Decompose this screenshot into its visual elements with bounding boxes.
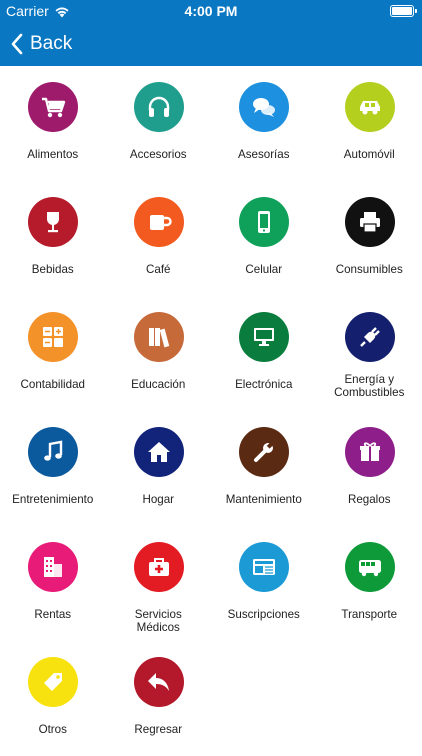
category-icon-circle (134, 82, 184, 132)
category-icon-circle (239, 82, 289, 132)
newspaper-icon (250, 553, 278, 581)
category-icon-circle (28, 657, 78, 707)
category-icon-circle (28, 427, 78, 477)
category-icon-circle (345, 82, 395, 132)
category-label: Hogar (106, 493, 212, 506)
category-icon-circle (134, 657, 184, 707)
category-icon-circle (134, 542, 184, 592)
category-label: Automóvil (317, 148, 422, 161)
category-accesorios[interactable]: Accesorios (106, 66, 212, 181)
category-label: Alimentos (0, 148, 106, 161)
category-label: Mantenimiento (211, 493, 317, 506)
category-label: Entretenimiento (0, 493, 106, 506)
category-automovil[interactable]: Automóvil (317, 66, 422, 181)
category-icon-circle (239, 542, 289, 592)
chevron-left-icon (10, 33, 24, 55)
category-icon-circle (28, 82, 78, 132)
category-icon-circle (239, 197, 289, 247)
category-icon-circle (239, 312, 289, 362)
battery-icon (390, 5, 414, 17)
category-otros[interactable]: Otros (0, 641, 106, 756)
wrench-icon (250, 438, 278, 466)
category-icon-circle (28, 312, 78, 362)
music-note-icon (39, 438, 67, 466)
category-regresar[interactable]: Regresar (106, 641, 212, 756)
category-icon-circle (345, 312, 395, 362)
category-bebidas[interactable]: Bebidas (0, 181, 106, 296)
category-label: Regresar (106, 723, 212, 736)
category-icon-circle (345, 542, 395, 592)
books-icon (145, 323, 173, 351)
category-label: Electrónica (211, 378, 317, 391)
clock: 4:00 PM (0, 3, 422, 19)
building-icon (39, 553, 67, 581)
headphones-icon (145, 93, 173, 121)
category-label: Regalos (317, 493, 422, 506)
category-label: Contabilidad (0, 378, 106, 391)
calculator-icon (39, 323, 67, 351)
printer-icon (356, 208, 384, 236)
category-educacion[interactable]: Educación (106, 296, 212, 411)
category-label: Consumibles (317, 263, 422, 276)
mobile-phone-icon (250, 208, 278, 236)
navigation-bar: Carrier 4:00 PM Back (0, 0, 422, 66)
shopping-cart-icon (39, 93, 67, 121)
category-icon-circle (239, 427, 289, 477)
category-label: Asesorías (211, 148, 317, 161)
category-mantenimiento[interactable]: Mantenimiento (211, 411, 317, 526)
status-bar: Carrier 4:00 PM (0, 0, 422, 22)
category-servicios-medicos[interactable]: ServiciosMédicos (106, 526, 212, 641)
category-electronica[interactable]: Electrónica (211, 296, 317, 411)
category-label: Suscripciones (211, 608, 317, 621)
category-rentas[interactable]: Rentas (0, 526, 106, 641)
category-asesorias[interactable]: Asesorías (211, 66, 317, 181)
category-hogar[interactable]: Hogar (106, 411, 212, 526)
category-celular[interactable]: Celular (211, 181, 317, 296)
house-icon (145, 438, 173, 466)
category-label: Celular (211, 263, 317, 276)
wine-glass-icon (39, 208, 67, 236)
category-label: ServiciosMédicos (106, 608, 212, 634)
category-label: Bebidas (0, 263, 106, 276)
category-label: Café (106, 263, 212, 276)
category-consumibles[interactable]: Consumibles (317, 181, 422, 296)
category-contabilidad[interactable]: Contabilidad (0, 296, 106, 411)
back-button[interactable]: Back (10, 30, 72, 58)
return-arrow-icon (145, 668, 173, 696)
category-icon-circle (345, 197, 395, 247)
category-alimentos[interactable]: Alimentos (0, 66, 106, 181)
category-energia-y-combustibles[interactable]: Energía yCombustibles (317, 296, 422, 411)
tag-icon (39, 668, 67, 696)
category-icon-circle (134, 427, 184, 477)
back-label: Back (30, 33, 72, 55)
gift-icon (356, 438, 384, 466)
category-label: Rentas (0, 608, 106, 621)
category-icon-circle (345, 427, 395, 477)
category-label: Energía yCombustibles (317, 373, 422, 399)
coffee-cup-icon (145, 208, 173, 236)
category-suscripciones[interactable]: Suscripciones (211, 526, 317, 641)
bus-icon (356, 553, 384, 581)
category-icon-circle (28, 197, 78, 247)
category-icon-circle (134, 312, 184, 362)
monitor-icon (250, 323, 278, 351)
car-icon (356, 93, 384, 121)
category-regalos[interactable]: Regalos (317, 411, 422, 526)
first-aid-kit-icon (145, 553, 173, 581)
chat-bubbles-icon (250, 93, 278, 121)
category-label: Accesorios (106, 148, 212, 161)
category-label: Educación (106, 378, 212, 391)
category-entretenimiento[interactable]: Entretenimiento (0, 411, 106, 526)
category-icon-circle (28, 542, 78, 592)
category-icon-circle (134, 197, 184, 247)
category-label: Transporte (317, 608, 422, 621)
category-transporte[interactable]: Transporte (317, 526, 422, 641)
power-plug-icon (356, 323, 384, 351)
category-label: Otros (0, 723, 106, 736)
category-cafe[interactable]: Café (106, 181, 212, 296)
